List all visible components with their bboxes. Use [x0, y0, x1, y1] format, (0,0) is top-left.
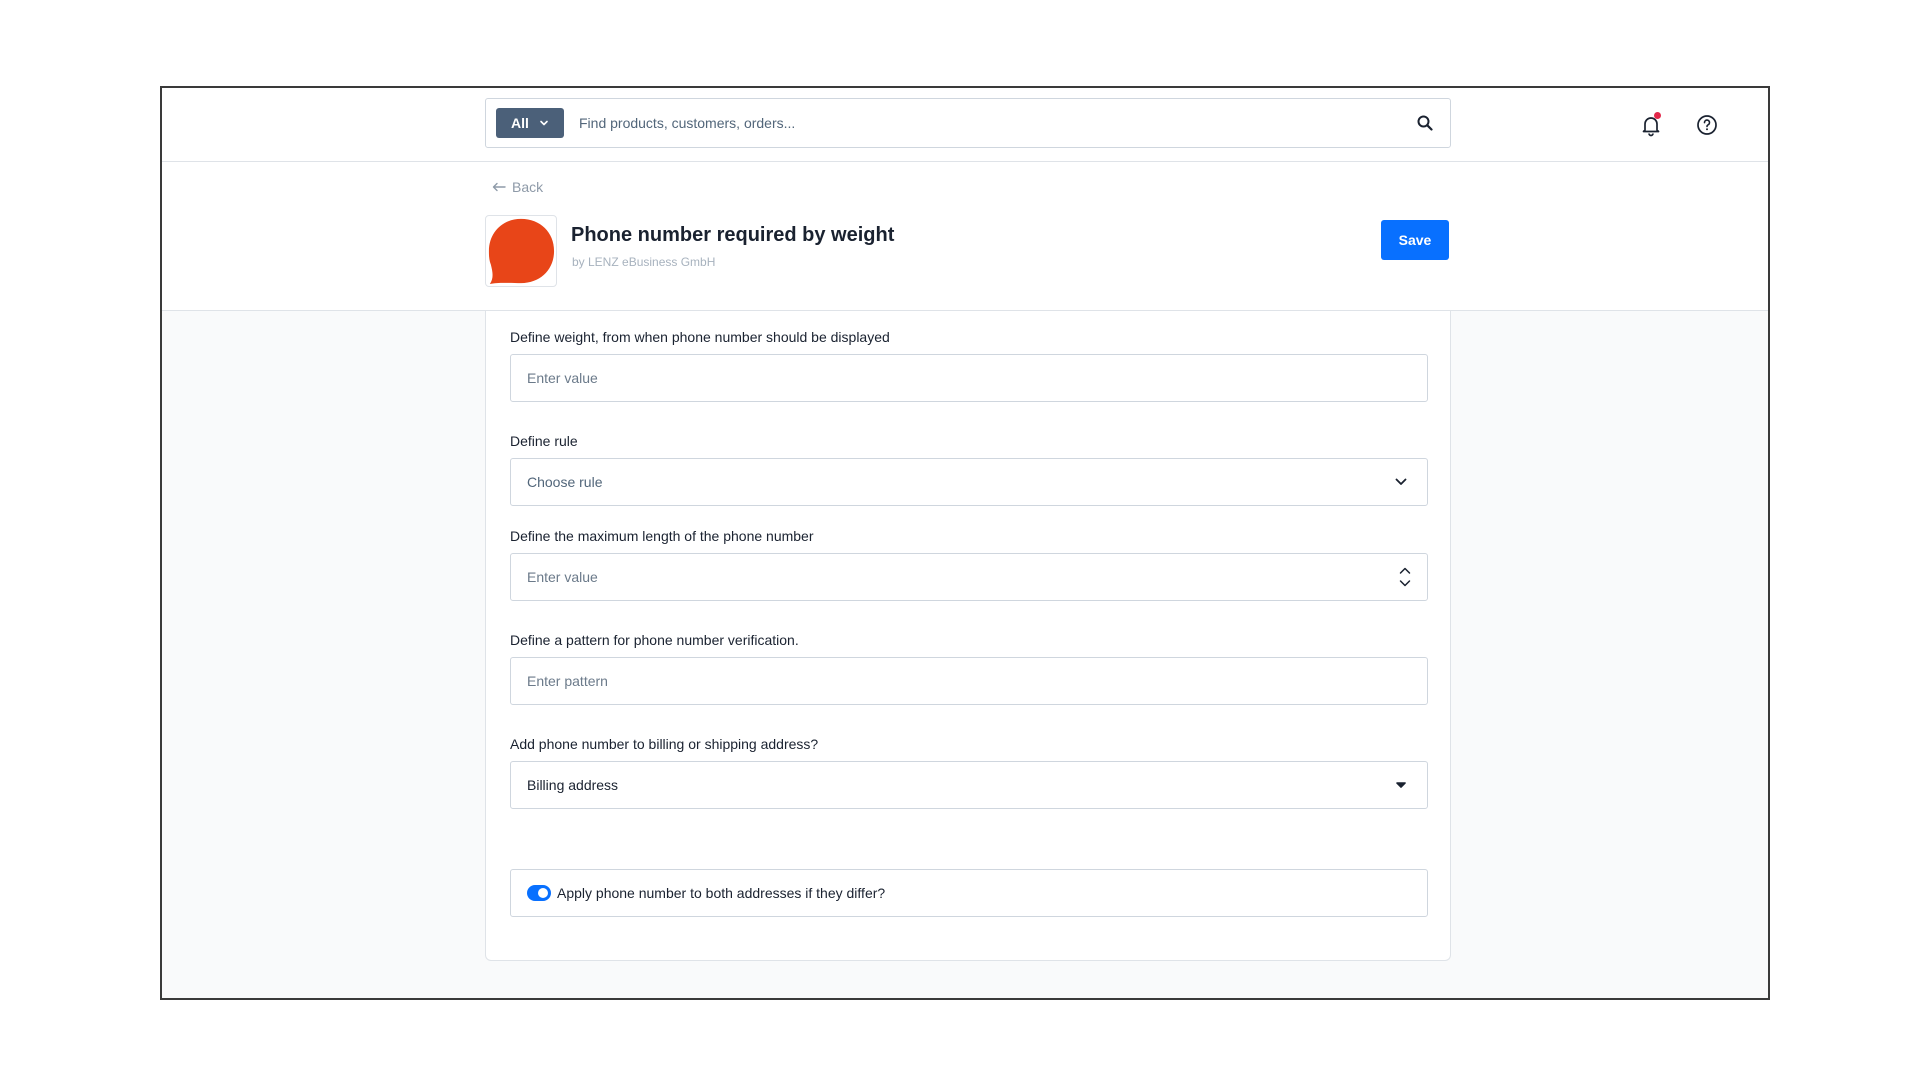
- app-logo: [485, 215, 557, 287]
- weight-field-container: [510, 354, 1428, 402]
- address-select-value: Billing address: [527, 777, 619, 793]
- search-button[interactable]: [1400, 99, 1450, 147]
- pattern-label: Define a pattern for phone number verifi…: [510, 632, 799, 648]
- app-window: All Back Phone number required by weight…: [160, 86, 1770, 1000]
- back-label: Back: [512, 179, 544, 195]
- speech-bubble-logo-icon: [488, 218, 555, 285]
- search-type-label: All: [511, 115, 529, 131]
- stepper-down-icon[interactable]: [1399, 579, 1411, 587]
- caret-down-icon: [1391, 775, 1411, 795]
- app-vendor: by LENZ eBusiness GmbH: [572, 255, 716, 269]
- settings-card: Define weight, from when phone number sh…: [485, 311, 1451, 961]
- weight-input[interactable]: [527, 370, 1411, 386]
- rule-select[interactable]: Choose rule: [510, 458, 1428, 506]
- back-link[interactable]: Back: [492, 179, 543, 195]
- rule-select-value: Choose rule: [527, 474, 603, 490]
- help-icon: [1697, 115, 1717, 135]
- max-length-input[interactable]: [527, 569, 1399, 585]
- global-search: All: [485, 98, 1451, 148]
- top-bar: All: [162, 88, 1768, 162]
- help-button[interactable]: [1692, 110, 1722, 140]
- notifications-button[interactable]: [1636, 110, 1666, 140]
- max-length-stepper: [1399, 567, 1411, 587]
- address-label: Add phone number to billing or shipping …: [510, 736, 819, 752]
- search-icon: [1417, 115, 1433, 131]
- notification-badge: [1654, 112, 1661, 119]
- search-input[interactable]: [564, 115, 1400, 131]
- max-length-field-container: [510, 553, 1428, 601]
- pattern-input[interactable]: [527, 673, 1411, 689]
- apply-both-toggle[interactable]: [527, 885, 551, 901]
- weight-label: Define weight, from when phone number sh…: [510, 329, 890, 345]
- arrow-left-icon: [492, 182, 506, 192]
- page-header: Back Phone number required by weight by …: [162, 162, 1768, 311]
- max-length-label: Define the maximum length of the phone n…: [510, 528, 814, 544]
- address-select[interactable]: Billing address: [510, 761, 1428, 809]
- save-button[interactable]: Save: [1381, 220, 1449, 260]
- stepper-up-icon[interactable]: [1399, 567, 1411, 575]
- apply-both-label: Apply phone number to both addresses if …: [557, 885, 886, 901]
- content-area: Define weight, from when phone number sh…: [162, 311, 1768, 998]
- chevron-down-icon: [540, 120, 548, 126]
- page-title: Phone number required by weight: [571, 224, 895, 246]
- search-type-dropdown[interactable]: All: [496, 108, 564, 138]
- chevron-down-icon: [1391, 472, 1411, 492]
- apply-both-row: Apply phone number to both addresses if …: [510, 869, 1428, 917]
- rule-label: Define rule: [510, 433, 578, 449]
- pattern-field-container: [510, 657, 1428, 705]
